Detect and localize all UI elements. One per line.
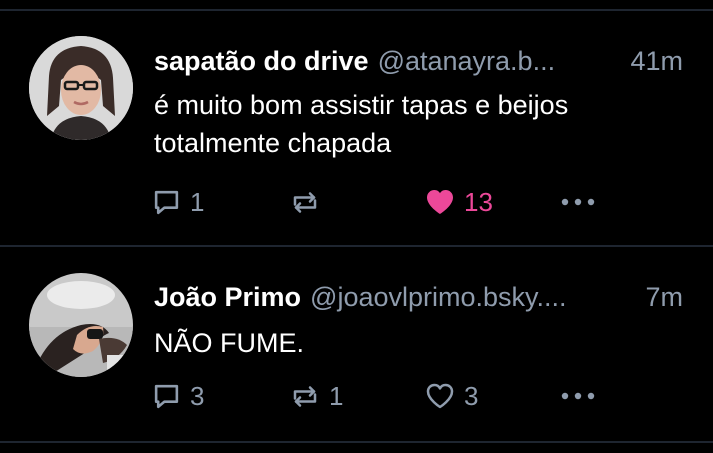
- display-name[interactable]: João Primo: [154, 277, 301, 317]
- heart-outline-icon: [425, 382, 455, 410]
- heart-filled-icon: [425, 188, 455, 216]
- post-header: sapatão do drive @atanayra.b... 41m: [154, 41, 683, 81]
- avatar[interactable]: [29, 36, 133, 140]
- post-text-line: totalmente chapada: [154, 128, 392, 158]
- timestamp[interactable]: 7m: [645, 277, 683, 317]
- reply-button[interactable]: 3: [152, 379, 204, 413]
- repost-icon: [290, 188, 320, 217]
- reply-icon: [152, 188, 181, 217]
- reply-count: 3: [190, 380, 205, 411]
- post-text-line: é muito bom assistir tapas e beijos: [154, 90, 569, 120]
- avatar[interactable]: [29, 273, 133, 377]
- handle[interactable]: @atanayra.b...: [378, 41, 609, 81]
- like-button[interactable]: 3: [425, 379, 478, 413]
- repost-button[interactable]: 1: [290, 379, 343, 413]
- feed-post[interactable]: João Primo @joaovlprimo.bsky.... 7m NÃO …: [0, 247, 713, 442]
- reply-button[interactable]: 1: [152, 185, 204, 219]
- more-options-button[interactable]: [560, 379, 596, 413]
- bottom-divider: [0, 441, 713, 443]
- more-icon: [560, 391, 596, 401]
- display-name[interactable]: sapatão do drive: [154, 41, 369, 81]
- timestamp[interactable]: 41m: [630, 41, 683, 81]
- feed-post[interactable]: sapatão do drive @atanayra.b... 41m é mu…: [0, 0, 713, 246]
- like-button[interactable]: 13: [425, 185, 493, 219]
- reply-count: 1: [190, 186, 205, 217]
- more-icon: [560, 197, 596, 207]
- like-count: 13: [464, 186, 493, 217]
- post-text-line: NÃO FUME.: [154, 328, 305, 358]
- like-count: 3: [464, 380, 479, 411]
- more-options-button[interactable]: [560, 185, 596, 219]
- repost-count: 1: [329, 380, 344, 411]
- reply-icon: [152, 382, 181, 411]
- handle[interactable]: @joaovlprimo.bsky....: [310, 277, 623, 317]
- post-header: João Primo @joaovlprimo.bsky.... 7m: [154, 277, 683, 317]
- post-text: é muito bom assistir tapas e beijos tota…: [154, 86, 683, 162]
- post-text: NÃO FUME.: [154, 324, 683, 362]
- repost-button[interactable]: [290, 185, 320, 219]
- repost-icon: [290, 382, 320, 411]
